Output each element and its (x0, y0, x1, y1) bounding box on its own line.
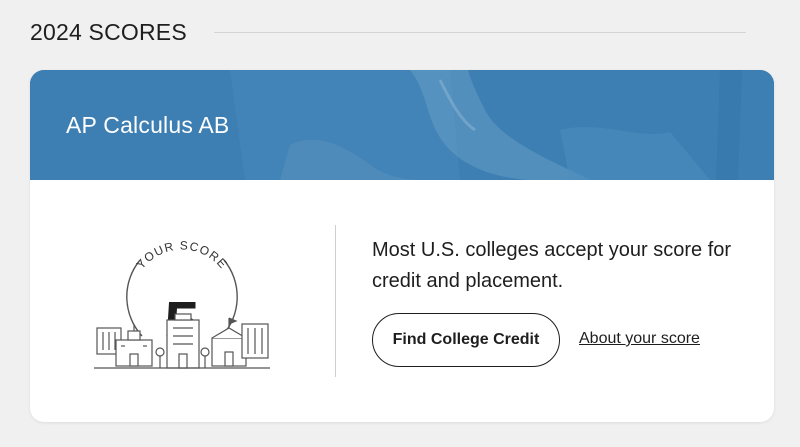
score-card: AP Calculus AB YOUR SCORE 5 (30, 70, 774, 422)
score-ring-right (221, 259, 238, 337)
card-header: AP Calculus AB (30, 70, 774, 180)
vertical-divider (335, 225, 336, 377)
score-caption: YOUR SCORE (134, 238, 231, 271)
section-title: 2024 SCORES (30, 18, 187, 45)
card-body: YOUR SCORE 5 (30, 180, 774, 422)
score-graphic: YOUR SCORE 5 (94, 238, 270, 369)
buildings-illustration (94, 313, 270, 369)
score-message: Most U.S. colleges accept your score for… (372, 239, 732, 292)
section-divider (213, 31, 746, 33)
section-header: 2024 SCORES (30, 18, 746, 46)
find-college-credit-button[interactable]: Find College Credit (372, 313, 560, 367)
course-title: AP Calculus AB (66, 112, 230, 138)
about-your-score-link[interactable]: About your score (579, 330, 700, 348)
